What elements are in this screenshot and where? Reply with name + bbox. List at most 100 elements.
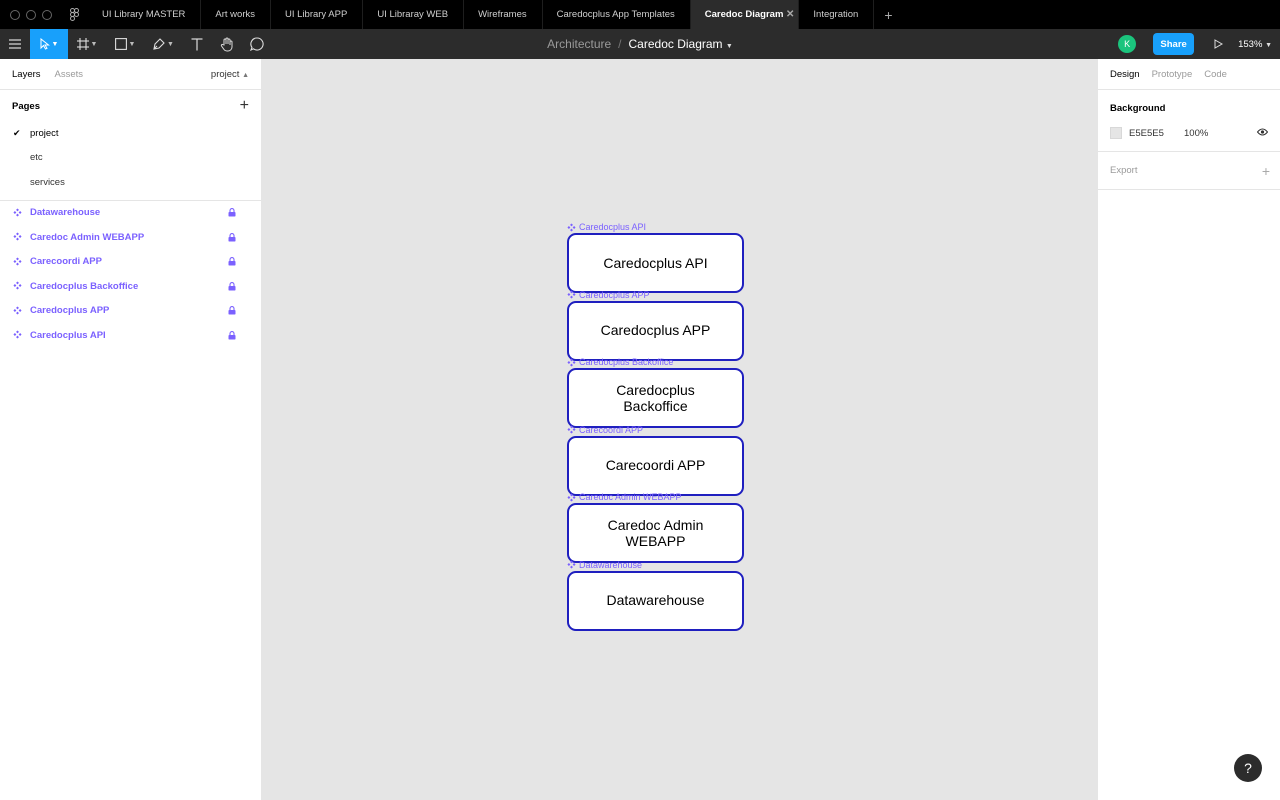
component-label: Datawarehouse (579, 559, 643, 570)
canvas[interactable]: Caredocplus API Caredocplus API Caredocplu… (262, 59, 1097, 800)
background-opacity-input[interactable]: 100% (1184, 128, 1208, 139)
eye-icon[interactable] (1256, 127, 1269, 139)
frame-icon (76, 38, 89, 50)
layer-item-caredocplus-api[interactable]: Caredocplus API (0, 323, 261, 348)
pen-tool-button[interactable]: ▼ (144, 29, 182, 59)
lock-icon[interactable] (228, 330, 236, 340)
rectangle-icon (114, 38, 127, 50)
diagram-node-caredoc-admin-webapp[interactable]: Caredoc Admin WEBAPP (567, 503, 744, 563)
layers-list: Datawarehouse Caredoc Admin WEBAPP Carecoo… (0, 201, 261, 348)
present-button[interactable] (1206, 39, 1230, 49)
component-label: Carecoordi APP (579, 424, 644, 435)
tab-label: Caredocplus App Templates (556, 9, 675, 20)
file-name-menu[interactable]: Caredoc Diagram ▼ (629, 37, 733, 51)
tab-ui-libraray-web[interactable]: UI Libraray WEB (363, 0, 465, 29)
new-tab-button[interactable]: + (874, 7, 902, 23)
move-tool-button[interactable]: ▼ (30, 29, 68, 59)
text-tool-button[interactable] (182, 29, 212, 59)
component-icon (13, 306, 23, 316)
background-row: E5E5E5 100% (1110, 127, 1269, 139)
page-item-etc[interactable]: etc (0, 146, 261, 171)
component-frame-label[interactable]: Caredocplus Backoffice (567, 357, 673, 367)
component-icon (13, 330, 23, 340)
tab-assets[interactable]: Assets (55, 69, 84, 80)
tab-integration[interactable]: Integration (799, 0, 875, 29)
layer-item-caredocplus-backoffice[interactable]: Caredocplus Backoffice (0, 274, 261, 299)
layer-item-caredocplus-app[interactable]: Caredocplus APP (0, 299, 261, 324)
chevron-down-icon: ▼ (90, 40, 98, 48)
layer-label: Caredocplus APP (30, 305, 110, 317)
tab-layers[interactable]: Layers (12, 69, 41, 80)
page-item-services[interactable]: services (0, 170, 261, 195)
node-text: Caredocplus Backoffice (616, 381, 695, 414)
component-frame-label[interactable]: Caredocplus API (567, 222, 646, 232)
zoom-menu[interactable]: 153% ▼ (1238, 39, 1272, 50)
tab-caredoc-diagram[interactable]: Caredoc Diagram ✕ (690, 0, 800, 29)
add-page-button[interactable]: + (240, 98, 249, 114)
tab-art-works[interactable]: Art works (201, 0, 271, 29)
background-color-swatch[interactable] (1110, 127, 1122, 139)
tab-caredocplus-app-templates[interactable]: Caredocplus App Templates (543, 0, 691, 29)
chevron-down-icon: ▼ (167, 40, 174, 48)
component-frame-label[interactable]: Caredocplus APP (567, 290, 650, 300)
hand-icon (220, 37, 233, 51)
main-menu-button[interactable] (0, 29, 30, 59)
diagram-node-caredocplus-backoffice[interactable]: Caredocplus Backoffice (567, 368, 744, 428)
minimize-window-button[interactable] (26, 9, 36, 20)
frame-tool-button[interactable]: ▼ (68, 29, 106, 59)
hand-tool-button[interactable] (212, 29, 242, 59)
layer-item-carecoordi-app[interactable]: Carecoordi APP (0, 250, 261, 275)
lock-icon[interactable] (228, 232, 236, 242)
page-selector[interactable]: project ▲ (211, 69, 249, 80)
page-item-project[interactable]: ✔ project (0, 121, 261, 146)
close-window-button[interactable] (10, 9, 20, 20)
share-button[interactable]: Share (1153, 33, 1195, 55)
page-label: services (30, 176, 65, 188)
component-label: Caredocplus API (579, 222, 647, 232)
lock-icon[interactable] (228, 306, 236, 315)
file-name: Caredoc Diagram (628, 37, 723, 51)
layer-item-caredoc-admin-webapp[interactable]: Caredoc Admin WEBAPP (0, 225, 261, 250)
lock-icon[interactable] (228, 281, 236, 291)
help-button[interactable]: ? (1234, 754, 1262, 782)
tab-code[interactable]: Code (1204, 69, 1227, 80)
layer-label: Caredocplus API (30, 329, 106, 341)
chevron-down-icon: ▼ (725, 43, 733, 50)
tab-wireframes[interactable]: Wireframes (464, 0, 543, 29)
comment-tool-button[interactable] (242, 29, 272, 59)
export-section: Export + (1098, 152, 1280, 190)
tab-prototype[interactable]: Prototype (1152, 69, 1193, 80)
layer-item-datawarehouse[interactable]: Datawarehouse (0, 201, 261, 226)
avatar[interactable]: K (1118, 35, 1137, 53)
toolbar-right: K Share 153% ▼ (1118, 29, 1280, 59)
component-icon (567, 560, 576, 569)
check-icon: ✔ (13, 127, 21, 138)
tab-ui-library-app[interactable]: UI Library APP (271, 0, 364, 29)
figma-logo-icon[interactable] (60, 8, 88, 21)
window-controls (0, 9, 60, 20)
shape-tool-button[interactable]: ▼ (106, 29, 144, 59)
diagram-node-datawarehouse[interactable]: Datawarehouse (567, 570, 744, 631)
component-frame-label[interactable]: Caredoc Admin WEBAPP (567, 492, 682, 502)
pages-title: Pages (12, 100, 40, 112)
component-icon (13, 232, 23, 242)
maximize-window-button[interactable] (42, 9, 52, 20)
diagram-node-caredocplus-api[interactable]: Caredocplus API (567, 233, 744, 293)
background-hex-input[interactable]: E5E5E5 (1129, 128, 1184, 139)
lock-icon[interactable] (228, 257, 236, 266)
comment-icon (250, 37, 264, 51)
component-frame-label[interactable]: Datawarehouse (567, 560, 642, 570)
left-panel-tabs: Layers Assets project ▲ (0, 59, 261, 90)
tab-ui-library-master[interactable]: UI Library MASTER (88, 0, 202, 29)
diagram-node-caredocplus-app[interactable]: Caredocplus APP (567, 300, 744, 361)
tab-label: Art works (215, 9, 255, 20)
lock-icon[interactable] (228, 208, 236, 217)
component-icon (567, 290, 576, 299)
breadcrumb-project[interactable]: Architecture (547, 37, 611, 51)
close-tab-icon[interactable]: ✕ (786, 9, 794, 20)
add-export-button[interactable]: + (1262, 163, 1270, 179)
component-icon (567, 357, 576, 367)
component-frame-label[interactable]: Carecoordi APP (567, 425, 643, 435)
tab-design[interactable]: Design (1110, 69, 1140, 80)
diagram-node-carecoordi-app[interactable]: Carecoordi APP (567, 435, 744, 496)
